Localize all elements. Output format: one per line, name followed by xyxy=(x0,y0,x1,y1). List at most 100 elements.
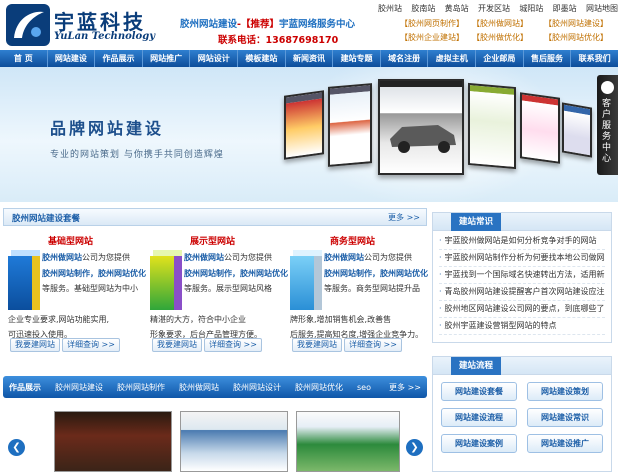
order-website-button[interactable]: 我要建网站 xyxy=(292,338,342,352)
process-button[interactable]: 网站建设套餐 xyxy=(441,382,517,401)
top-link-sitemap[interactable]: 网站地图 xyxy=(586,3,618,14)
process-button[interactable]: 网站建设常识 xyxy=(527,408,603,427)
service-link[interactable]: 【胶州网页制作】 xyxy=(400,18,468,29)
order-website-button[interactable]: 我要建网站 xyxy=(10,338,60,352)
package-title[interactable]: 商务型网站 xyxy=(330,234,375,247)
list-item[interactable]: 宇蓝胶州网站制作分析为何要找本地公司做网站 xyxy=(439,250,605,267)
nav-item-support[interactable]: 售后服务 xyxy=(524,50,572,67)
package-title[interactable]: 基础型网站 xyxy=(48,234,93,247)
package-title[interactable]: 展示型网站 xyxy=(190,234,235,247)
top-link-chengyang[interactable]: 城阳站 xyxy=(519,3,543,14)
list-item[interactable]: 胶州宇蓝建设营销型网站的特点 xyxy=(439,318,605,335)
banner-subtitle: 专业的网站策划 与你携手共同创造辉煌 xyxy=(50,150,224,160)
service-link[interactable]: 【胶州做网站】 xyxy=(472,18,540,29)
service-link[interactable]: 【胶州网站建设】 xyxy=(544,18,612,29)
tab-do-website[interactable]: 胶州做网站 xyxy=(179,382,219,393)
nav-item-topics[interactable]: 建站专题 xyxy=(333,50,381,67)
process-button[interactable]: 网站建设策划 xyxy=(527,382,603,401)
nav-item-promotion[interactable]: 网站推广 xyxy=(143,50,191,67)
details-button[interactable]: 详细查询 >> xyxy=(344,338,402,352)
process-button[interactable]: 网站建设推广 xyxy=(527,434,603,453)
process-button[interactable]: 网站建设流程 xyxy=(441,408,517,427)
banner-screen-image xyxy=(284,90,324,160)
nav-item-home[interactable]: 首 页 xyxy=(0,50,48,67)
package-card-basic: 基础型网站 胶州做网站公司为您提供 胶州网站制作，胶州网站优化 等服务。基础型网… xyxy=(4,234,146,354)
top-link-huangdao[interactable]: 黄岛站 xyxy=(445,3,469,14)
process-buttons: 网站建设套餐 网站建设策划 网站建设流程 网站建设常识 网站建设案例 网站建设推… xyxy=(433,375,611,460)
main-nav: 首 页 网站建设 作品展示 网站推广 网站设计 模板建站 新闻资讯 建站专题 域… xyxy=(0,50,618,67)
tab-website-build[interactable]: 胶州网站建设 xyxy=(55,382,103,393)
logo-subtext: YuLan Technology xyxy=(54,31,156,42)
hero-banner[interactable]: 品牌网站建设 专业的网站策划 与你携手共同创造辉煌 xyxy=(0,67,618,202)
portfolio-thumbnail[interactable] xyxy=(296,411,400,472)
details-button[interactable]: 详细查询 >> xyxy=(62,338,120,352)
package-description: 胶州做网站公司为您提供 胶州网站制作，胶州网站优化 等服务。商务型网站提升品 xyxy=(324,250,428,297)
nav-item-templates[interactable]: 模板建站 xyxy=(238,50,286,67)
list-item[interactable]: 青岛胶州网站建设提醒客户首次网站建设应注意 xyxy=(439,284,605,301)
list-item[interactable]: 宇蓝找到一个国际域名快速转出方法，适用新 xyxy=(439,267,605,284)
customer-service-tab[interactable]: 客户服务中心 xyxy=(597,75,618,175)
top-link-jiaozhou[interactable]: 胶州站 xyxy=(378,3,402,14)
nav-item-website-build[interactable]: 网站建设 xyxy=(48,50,96,67)
process-header: 建站流程 xyxy=(433,357,611,375)
tab-seo[interactable]: seo xyxy=(357,383,371,392)
details-button[interactable]: 详细查询 >> xyxy=(204,338,262,352)
chevron-left-icon: ❮ xyxy=(12,442,21,453)
logo-mark-icon xyxy=(6,4,50,46)
slogan-part-a: 胶州网站建设 xyxy=(180,19,238,30)
logo[interactable]: 宇蓝科技 YuLan Technology xyxy=(6,4,176,46)
package-desc-link[interactable]: 胶州网站制作， xyxy=(184,269,240,278)
chevron-right-icon: ❯ xyxy=(410,442,419,453)
tab-website-make[interactable]: 胶州网站制作 xyxy=(117,382,165,393)
slogan: 胶州网站建设-【推荐】宇蓝网络服务中心 xyxy=(180,16,355,30)
package-desc-link[interactable]: 胶州做网站 xyxy=(184,253,224,262)
carousel-next-button[interactable]: ❯ xyxy=(406,439,423,456)
nav-item-news[interactable]: 新闻资讯 xyxy=(286,50,334,67)
package-desc-link[interactable]: 胶州网站优化 xyxy=(98,269,146,278)
portfolio-thumbnail[interactable] xyxy=(54,411,172,472)
tab-portfolio[interactable]: 作品展示 xyxy=(9,382,41,393)
top-link-jimo[interactable]: 即墨站 xyxy=(553,3,577,14)
packages-title: 胶州网站建设套餐 xyxy=(12,214,81,224)
car-image xyxy=(390,125,456,153)
nav-item-portfolio[interactable]: 作品展示 xyxy=(95,50,143,67)
top-link-jiaonan[interactable]: 胶南站 xyxy=(411,3,435,14)
package-description: 胶州做网站公司为您提供 胶州网站制作，胶州网站优化 等服务。展示型网站风格 xyxy=(184,250,288,297)
package-desc-text: 公司为您提供 xyxy=(82,253,130,262)
order-website-button[interactable]: 我要建网站 xyxy=(152,338,202,352)
top-link-kaifaqu[interactable]: 开发区站 xyxy=(478,3,510,14)
packages-header: 胶州网站建设套餐 更多 >> xyxy=(3,208,427,226)
packages-more-link[interactable]: 更多 >> xyxy=(388,212,420,223)
package-desc-link[interactable]: 胶州做网站 xyxy=(324,253,364,262)
nav-item-domain[interactable]: 域名注册 xyxy=(381,50,429,67)
works-more-link[interactable]: 更多 >> xyxy=(389,382,421,393)
works-tabs: 作品展示 胶州网站建设 胶州网站制作 胶州做网站 胶州网站设计 胶州网站优化 s… xyxy=(3,376,427,398)
banner-screen-image xyxy=(328,83,372,167)
nav-item-contact[interactable]: 联系我们 xyxy=(571,50,618,67)
carousel-prev-button[interactable]: ❮ xyxy=(8,439,25,456)
portfolio-thumbnail[interactable] xyxy=(180,411,288,472)
package-desc-link[interactable]: 胶州网站制作， xyxy=(324,269,380,278)
list-item[interactable]: 胶州地区网站建设公司网的要点，到底哪些了 xyxy=(439,301,605,318)
nav-item-design[interactable]: 网站设计 xyxy=(190,50,239,67)
process-button[interactable]: 网站建设案例 xyxy=(441,434,517,453)
service-link[interactable]: 【胶州企业建站】 xyxy=(400,32,468,43)
slogan-part-b: -【推荐】 xyxy=(237,19,279,30)
nav-item-mail[interactable]: 企业邮局 xyxy=(476,50,524,67)
package-desc-link[interactable]: 胶州网站优化 xyxy=(380,269,428,278)
package-desc-link[interactable]: 胶州网站优化 xyxy=(240,269,288,278)
tab-website-optimize[interactable]: 胶州网站优化 xyxy=(295,382,343,393)
knowledge-panel: 建站常识 宇蓝胶州做网站是如何分析竞争对手的网站 宇蓝胶州网站制作分析为何要找本… xyxy=(432,212,612,343)
package-desc-link[interactable]: 胶州做网站 xyxy=(42,253,82,262)
package-card-business: 商务型网站 胶州做网站公司为您提供 胶州网站制作，胶州网站优化 等服务。商务型网… xyxy=(286,234,428,354)
contact-phone: 联系电话：13687698170 xyxy=(218,35,339,46)
package-desc-link[interactable]: 胶州网站制作， xyxy=(42,269,98,278)
top-links: 胶州站 胶南站 黄岛站 开发区站 城阳站 即墨站 网站地图 xyxy=(378,3,618,14)
nav-item-hosting[interactable]: 虚拟主机 xyxy=(428,50,477,67)
process-panel: 建站流程 网站建设套餐 网站建设策划 网站建设流程 网站建设常识 网站建设案例 … xyxy=(432,356,612,472)
package-card-showcase: 展示型网站 胶州做网站公司为您提供 胶州网站制作，胶州网站优化 等服务。展示型网… xyxy=(146,234,288,354)
service-link[interactable]: 【胶州做优化】 xyxy=(472,32,540,43)
tab-website-design[interactable]: 胶州网站设计 xyxy=(233,382,281,393)
service-link[interactable]: 【胶州网站优化】 xyxy=(544,32,612,43)
list-item[interactable]: 宇蓝胶州做网站是如何分析竞争对手的网站 xyxy=(439,233,605,250)
